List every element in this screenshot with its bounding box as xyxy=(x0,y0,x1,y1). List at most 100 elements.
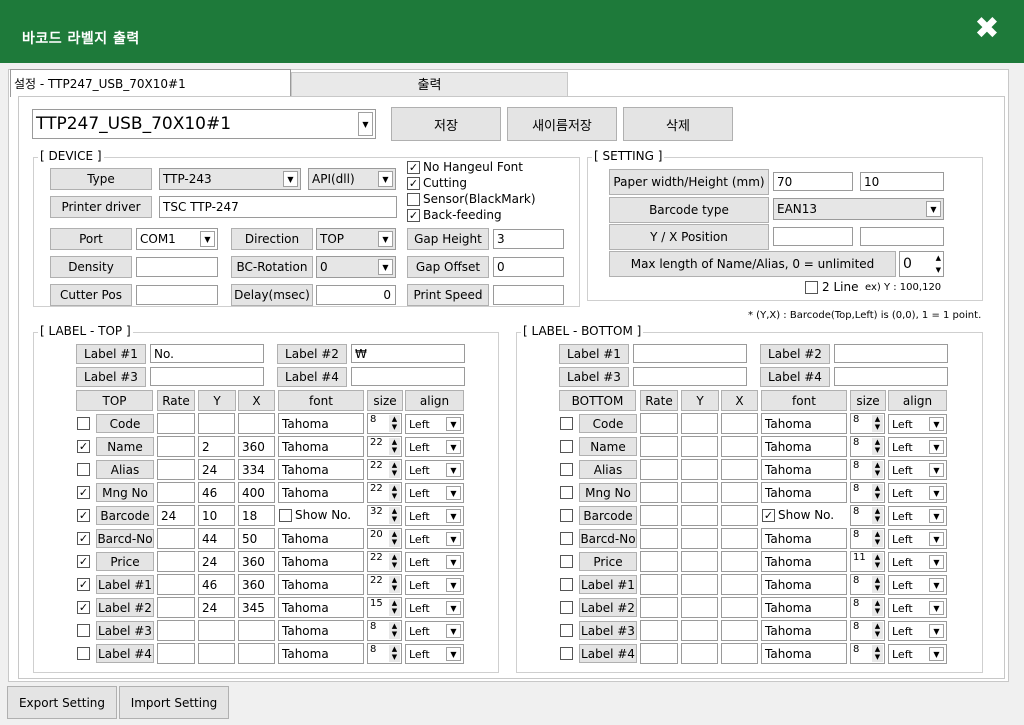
size-spinner[interactable]: 8 ▲ ▼ xyxy=(850,597,885,618)
size-spinner[interactable]: 8 ▲ ▼ xyxy=(367,620,402,641)
y-input[interactable]: 10 xyxy=(198,505,235,526)
row-enable-checkbox[interactable] xyxy=(560,601,573,614)
y-input[interactable] xyxy=(681,413,718,434)
profile-select[interactable]: TTP247_USB_70X10#1 ▼ xyxy=(32,109,376,139)
size-spinner[interactable]: 8 ▲ ▼ xyxy=(850,574,885,595)
x-input[interactable]: 345 xyxy=(238,597,275,618)
font-input[interactable]: Tahoma xyxy=(278,459,364,480)
label-4-input[interactable] xyxy=(351,367,465,386)
align-select[interactable]: Left ▼ xyxy=(888,529,947,549)
x-input[interactable] xyxy=(721,505,758,526)
font-input[interactable]: Tahoma xyxy=(761,413,847,434)
row-enable-checkbox[interactable] xyxy=(560,463,573,476)
rate-input[interactable] xyxy=(640,620,678,641)
size-spinner[interactable]: 8 ▲ ▼ xyxy=(850,482,885,503)
rate-input[interactable] xyxy=(157,413,195,434)
font-input[interactable]: Tahoma xyxy=(761,643,847,664)
align-select[interactable]: Left ▼ xyxy=(405,414,464,434)
x-input[interactable] xyxy=(721,528,758,549)
spin-down-icon[interactable]: ▼ xyxy=(872,538,883,547)
rate-input[interactable] xyxy=(640,597,678,618)
rate-input[interactable] xyxy=(157,459,195,480)
row-enable-checkbox[interactable]: ✓ xyxy=(77,578,90,591)
align-select[interactable]: Left ▼ xyxy=(888,552,947,572)
y-input[interactable]: 24 xyxy=(198,551,235,572)
size-spinner[interactable]: 8 ▲ ▼ xyxy=(850,620,885,641)
y-input[interactable]: 24 xyxy=(198,459,235,480)
align-select[interactable]: Left ▼ xyxy=(405,575,464,595)
size-spinner[interactable]: 8 ▲ ▼ xyxy=(850,643,885,664)
row-enable-checkbox[interactable] xyxy=(560,486,573,499)
x-input[interactable] xyxy=(721,436,758,457)
y-input[interactable] xyxy=(681,436,718,457)
y-input[interactable]: 24 xyxy=(198,597,235,618)
row-enable-checkbox[interactable] xyxy=(560,417,573,430)
size-spinner[interactable]: 22 ▲ ▼ xyxy=(367,459,402,480)
rate-input[interactable] xyxy=(640,459,678,480)
align-select[interactable]: Left ▼ xyxy=(405,483,464,503)
spin-down-icon[interactable]: ▼ xyxy=(389,584,400,593)
row-enable-checkbox[interactable]: ✓ xyxy=(77,440,90,453)
density-input[interactable] xyxy=(136,257,218,277)
x-input[interactable]: 334 xyxy=(238,459,275,480)
rate-input[interactable] xyxy=(640,643,678,664)
row-enable-checkbox[interactable]: ✓ xyxy=(77,509,90,522)
spin-down-icon[interactable]: ▼ xyxy=(389,538,400,547)
spin-down-icon[interactable]: ▼ xyxy=(389,469,400,478)
spin-down-icon[interactable]: ▼ xyxy=(872,423,883,432)
row-enable-checkbox[interactable]: ✓ xyxy=(77,486,90,499)
size-spinner[interactable]: 22 ▲ ▼ xyxy=(367,482,402,503)
barcode-type-select[interactable]: EAN13 ▼ xyxy=(773,198,944,220)
export-setting-button[interactable]: Export Setting xyxy=(7,686,117,719)
spin-down-icon[interactable]: ▼ xyxy=(872,653,883,662)
position-y-input[interactable] xyxy=(773,227,853,246)
label-3-input[interactable] xyxy=(633,367,747,386)
font-input[interactable]: Tahoma xyxy=(278,413,364,434)
align-select[interactable]: Left ▼ xyxy=(405,529,464,549)
rate-input[interactable] xyxy=(640,551,678,572)
device-option-checkbox[interactable] xyxy=(407,193,420,206)
font-input[interactable]: Tahoma xyxy=(278,528,364,549)
spin-down-icon[interactable]: ▼ xyxy=(389,561,400,570)
rate-input[interactable] xyxy=(640,482,678,503)
rate-input[interactable] xyxy=(640,436,678,457)
x-input[interactable] xyxy=(721,413,758,434)
row-enable-checkbox[interactable] xyxy=(77,417,90,430)
y-input[interactable] xyxy=(681,551,718,572)
label-1-input[interactable] xyxy=(633,344,747,363)
size-spinner[interactable]: 8 ▲ ▼ xyxy=(850,459,885,480)
size-spinner[interactable]: 8 ▲ ▼ xyxy=(850,528,885,549)
y-input[interactable] xyxy=(681,482,718,503)
rate-input[interactable] xyxy=(157,643,195,664)
show-no-checkbox[interactable] xyxy=(279,509,292,522)
align-select[interactable]: Left ▼ xyxy=(888,644,947,664)
spin-down-icon[interactable]: ▼ xyxy=(872,446,883,455)
spin-down-icon[interactable]: ▼ xyxy=(872,607,883,616)
x-input[interactable] xyxy=(721,459,758,480)
align-select[interactable]: Left ▼ xyxy=(405,621,464,641)
rate-input[interactable] xyxy=(640,528,678,549)
x-input[interactable]: 50 xyxy=(238,528,275,549)
font-input[interactable]: Tahoma xyxy=(278,436,364,457)
y-input[interactable]: 44 xyxy=(198,528,235,549)
align-select[interactable]: Left ▼ xyxy=(405,552,464,572)
font-input[interactable]: Tahoma xyxy=(761,459,847,480)
font-input[interactable]: Tahoma xyxy=(761,574,847,595)
rate-input[interactable] xyxy=(157,574,195,595)
label-3-input[interactable] xyxy=(150,367,264,386)
spin-down-icon[interactable]: ▼ xyxy=(872,515,883,524)
spin-down-icon[interactable]: ▼ xyxy=(389,630,400,639)
align-select[interactable]: Left ▼ xyxy=(405,460,464,480)
x-input[interactable]: 18 xyxy=(238,505,275,526)
port-select[interactable]: COM1 ▼ xyxy=(136,228,218,250)
row-enable-checkbox[interactable] xyxy=(560,555,573,568)
y-input[interactable] xyxy=(681,620,718,641)
align-select[interactable]: Left ▼ xyxy=(405,506,464,526)
align-select[interactable]: Left ▼ xyxy=(888,506,947,526)
delete-button[interactable]: 삭제 xyxy=(623,107,733,141)
spin-down-icon[interactable]: ▼ xyxy=(389,423,400,432)
y-input[interactable] xyxy=(681,459,718,480)
cutter-pos-input[interactable] xyxy=(136,285,218,305)
size-spinner[interactable]: 22 ▲ ▼ xyxy=(367,574,402,595)
size-spinner[interactable]: 22 ▲ ▼ xyxy=(367,551,402,572)
